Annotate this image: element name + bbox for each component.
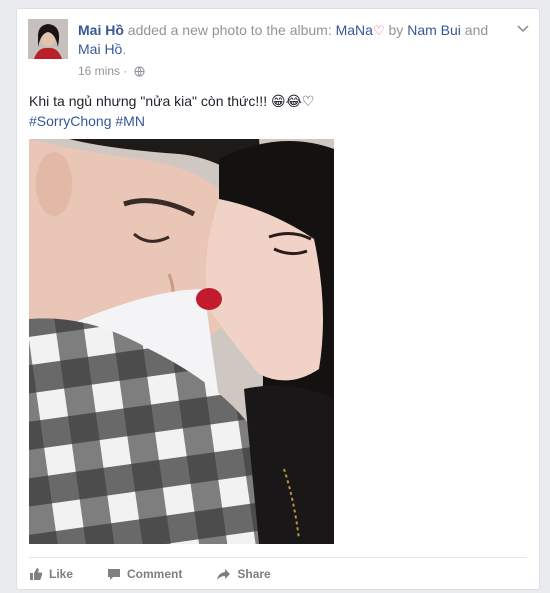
post-meta: 16 mins · — [78, 64, 145, 80]
header-period: . — [122, 41, 127, 57]
action-bar: Like Comment Share — [29, 564, 305, 584]
author-name-link[interactable]: Mai Hồ — [78, 22, 124, 38]
post-body: Khi ta ngủ nhưng "nửa kia" còn thức!!! 😁… — [29, 91, 529, 131]
post-card: Mai Hồ added a new photo to the album: M… — [16, 8, 540, 590]
share-button[interactable]: Share — [216, 564, 271, 584]
action-text: added a new photo to the album: — [123, 22, 336, 38]
comment-button[interactable]: Comment — [107, 564, 182, 584]
like-button[interactable]: Like — [29, 564, 73, 584]
action-divider — [29, 557, 527, 558]
meta-separator: · — [120, 64, 131, 78]
photo-image — [29, 139, 334, 544]
avatar-image — [28, 19, 68, 59]
and-text: and — [460, 22, 489, 38]
heart-icon: ♡ — [372, 23, 385, 38]
hashtag-links[interactable]: #SorryChong #MN — [29, 111, 529, 131]
globe-icon[interactable] — [134, 66, 145, 80]
share-arrow-icon — [216, 568, 231, 581]
co-author-link-1[interactable]: Nam Bui — [407, 22, 461, 38]
comment-icon — [107, 568, 121, 581]
comment-label: Comment — [127, 567, 183, 581]
share-label: Share — [237, 567, 271, 581]
post-text: Khi ta ngủ nhưng "nửa kia" còn thức!!! 😁… — [29, 93, 315, 109]
chevron-down-icon[interactable] — [517, 21, 529, 36]
album-name: MaNa — [335, 22, 373, 38]
like-label: Like — [49, 567, 74, 581]
author-avatar[interactable] — [28, 19, 68, 59]
timestamp-link[interactable]: 16 mins — [78, 64, 120, 78]
thumbs-up-icon — [29, 567, 43, 581]
by-text: by — [384, 22, 408, 38]
post-header: Mai Hồ added a new photo to the album: M… — [78, 21, 508, 59]
album-link[interactable]: MaNa♡ — [336, 22, 385, 38]
post-photo[interactable] — [29, 139, 334, 544]
co-author-link-2[interactable]: Mai Hồ — [78, 41, 122, 57]
